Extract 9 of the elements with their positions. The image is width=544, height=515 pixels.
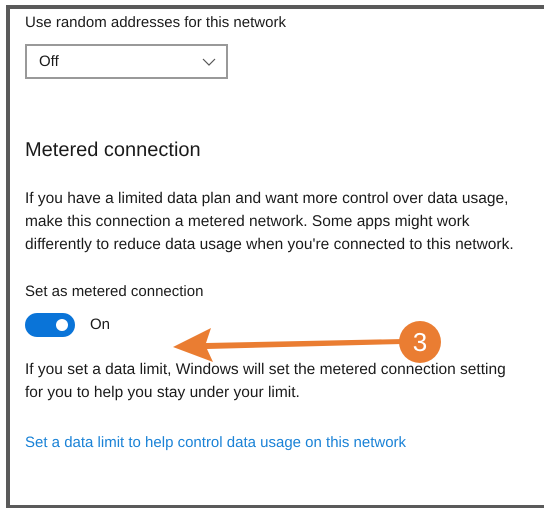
- toggle-state: On: [90, 315, 110, 335]
- dropdown[interactable]: Off: [25, 44, 228, 79]
- description-text: If you have a limited data plan and want more control over data usage, make this connection a metered network. Some apps might work differently to reduce data usage when you're connected to this network.: [25, 189, 515, 255]
- note-text: If you set a data limit, Windows will set the metered connection setting for you to help you stay under your limit.: [25, 360, 507, 403]
- data-limit-link[interactable]: Set a data limit to help control data usage on this network: [25, 434, 406, 451]
- toggle-label: Set as metered connection: [25, 282, 204, 302]
- section-heading: Metered connection: [25, 138, 202, 163]
- step-number-badge: 3: [399, 321, 441, 363]
- setting-label: Use random addresses for this network: [25, 13, 287, 33]
